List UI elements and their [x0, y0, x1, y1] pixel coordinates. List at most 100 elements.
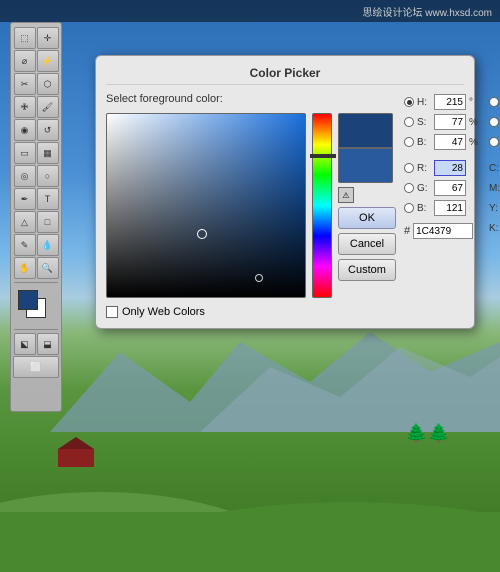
- tool-wand[interactable]: ⚡: [37, 50, 59, 72]
- toolbar: ⬚ ✛ ⌀ ⚡ ✂ ⬡ ✙ 🖌 ◉ ↺ ▭ ▦ ◎ ○ ✒ T △ □ ✎ 💧 …: [10, 22, 62, 412]
- radio-b-rgb[interactable]: [404, 203, 414, 213]
- color-field-cursor: [197, 229, 207, 239]
- web-colors-checkbox[interactable]: [106, 306, 118, 318]
- tool-move[interactable]: ✛: [37, 27, 59, 49]
- tool-crop[interactable]: ✂: [14, 73, 36, 95]
- tool-type[interactable]: T: [37, 188, 59, 210]
- buttons-area: OK Cancel Custom: [338, 207, 396, 281]
- tool-dodge[interactable]: ○: [37, 165, 59, 187]
- barn: [58, 437, 94, 467]
- tool-zoom[interactable]: 🔍: [37, 257, 59, 279]
- color-gradient-field[interactable]: [106, 113, 306, 298]
- header-text: 思绘设计论坛 www.hxsd.com: [363, 4, 492, 19]
- web-colors-row: Only Web Colors: [106, 306, 396, 318]
- input-b-rgb[interactable]: [434, 200, 466, 216]
- label-s: S:: [417, 117, 431, 128]
- tool-brush[interactable]: 🖌: [37, 96, 59, 118]
- value-row-g: G:: [404, 179, 481, 197]
- tool-divider: [14, 282, 58, 283]
- label-b-hsb: B:: [417, 137, 431, 148]
- label-b-rgb: B:: [417, 203, 431, 214]
- tool-row-3: ✂ ⬡: [14, 73, 59, 95]
- tool-history[interactable]: ↺: [37, 119, 59, 141]
- color-swatch-area[interactable]: [14, 290, 58, 326]
- tool-row-extra: ⬕ ⬓: [14, 333, 59, 355]
- label-g: G:: [417, 183, 431, 194]
- input-b-hsb[interactable]: [434, 134, 466, 150]
- dialog-content: Select foreground color:: [106, 93, 464, 318]
- web-colors-label: Only Web Colors: [122, 306, 205, 318]
- web-safe-warning-icon[interactable]: ⚠: [338, 187, 354, 203]
- values-divider-2: [489, 153, 500, 157]
- tool-path[interactable]: △: [14, 211, 36, 233]
- tool-hand[interactable]: ✋: [14, 257, 36, 279]
- tool-lasso[interactable]: ⌀: [14, 50, 36, 72]
- radio-r[interactable]: [404, 163, 414, 173]
- color-picker-dialog: Color Picker Select foreground color:: [95, 55, 475, 329]
- swatch-foreground[interactable]: [18, 290, 38, 310]
- input-r[interactable]: [434, 160, 466, 176]
- value-row-y: Y: %: [489, 199, 500, 217]
- trees: 🌲🌲: [405, 424, 450, 442]
- old-color-swatch: [338, 148, 393, 183]
- value-row-r: R:: [404, 159, 481, 177]
- tool-marquee[interactable]: ⬚: [14, 27, 36, 49]
- ok-button[interactable]: OK: [338, 207, 396, 229]
- label-k: K:: [489, 223, 500, 234]
- radio-b-lab[interactable]: [489, 137, 499, 147]
- tool-row-6: ▭ ▦: [14, 142, 59, 164]
- right-section: H: ° S: % B:: [404, 93, 500, 318]
- radio-g[interactable]: [404, 183, 414, 193]
- tool-stamp[interactable]: ◉: [14, 119, 36, 141]
- radio-h[interactable]: [404, 97, 414, 107]
- tool-quick-mask[interactable]: ⬕: [14, 333, 36, 355]
- tool-divider-2: [14, 329, 58, 330]
- value-row-s: S: %: [404, 113, 481, 131]
- hex-input[interactable]: [413, 223, 473, 239]
- tool-notes[interactable]: ✎: [14, 234, 36, 256]
- hex-row: #: [404, 223, 481, 239]
- tool-eraser[interactable]: ▭: [14, 142, 36, 164]
- tool-slice[interactable]: ⬡: [37, 73, 59, 95]
- tool-shape[interactable]: □: [37, 211, 59, 233]
- hue-slider[interactable]: [312, 113, 332, 298]
- hex-symbol: #: [404, 225, 410, 237]
- tool-gradient[interactable]: ▦: [37, 142, 59, 164]
- label-r: R:: [417, 163, 431, 174]
- label-h: H:: [417, 97, 431, 108]
- input-s[interactable]: [434, 114, 466, 130]
- tool-std-mode[interactable]: ⬓: [37, 333, 59, 355]
- hills-svg: [0, 392, 500, 572]
- color-field-cursor-2: [255, 274, 263, 282]
- tool-blur[interactable]: ◎: [14, 165, 36, 187]
- value-row-b-rgb: B:: [404, 199, 481, 217]
- unit-s: %: [469, 117, 481, 128]
- tool-row-10: ✎ 💧: [14, 234, 59, 256]
- tool-row-5: ◉ ↺: [14, 119, 59, 141]
- radio-s[interactable]: [404, 117, 414, 127]
- lab-cmyk-values: L: a: b:: [489, 93, 500, 239]
- radio-l[interactable]: [489, 97, 499, 107]
- tool-pen[interactable]: ✒: [14, 188, 36, 210]
- value-row-b: B: %: [404, 133, 481, 151]
- tool-screen-mode[interactable]: ⬜: [13, 356, 59, 378]
- tool-row-2: ⌀ ⚡: [14, 50, 59, 72]
- tool-heal[interactable]: ✙: [14, 96, 36, 118]
- values-divider: [404, 153, 481, 157]
- tool-row-8: ✒ T: [14, 188, 59, 210]
- label-c: C:: [489, 163, 500, 174]
- tool-row-9: △ □: [14, 211, 59, 233]
- unit-b-hsb: %: [469, 137, 481, 148]
- input-g[interactable]: [434, 180, 466, 196]
- custom-button[interactable]: Custom: [338, 259, 396, 281]
- tool-eyedrop[interactable]: 💧: [37, 234, 59, 256]
- tool-row-4: ✙ 🖌: [14, 96, 59, 118]
- cancel-button[interactable]: Cancel: [338, 233, 396, 255]
- label-y: Y:: [489, 203, 500, 214]
- input-h[interactable]: [434, 94, 466, 110]
- unit-h: °: [469, 97, 481, 108]
- radio-b[interactable]: [404, 137, 414, 147]
- tool-row-screen: ⬜: [13, 356, 59, 378]
- radio-a[interactable]: [489, 117, 499, 127]
- hue-slider-thumb: [310, 154, 336, 158]
